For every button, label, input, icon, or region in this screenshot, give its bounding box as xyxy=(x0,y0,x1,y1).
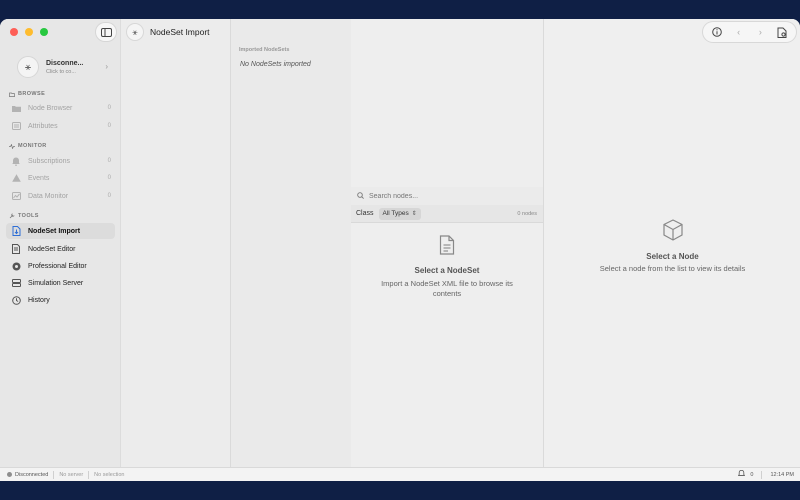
warning-icon xyxy=(11,173,21,183)
status-connection: Disconnected xyxy=(15,471,49,478)
window-title-area: ⚹ NodeSet Import xyxy=(126,23,210,41)
connection-status-dot xyxy=(7,472,12,477)
node-count: 0 nodes xyxy=(517,210,537,217)
nodes-panel: Class All Types ⇕ 0 nodes Select a NodeS… xyxy=(351,19,543,467)
chevron-right-icon: › xyxy=(105,62,108,71)
imported-nodesets-panel: Imported NodeSets No NodeSets imported xyxy=(230,19,351,467)
minimize-window-button[interactable] xyxy=(25,28,33,36)
clock-icon xyxy=(11,295,21,305)
chart-icon xyxy=(11,191,21,201)
sidebar-icon xyxy=(100,27,112,37)
wrench-icon xyxy=(9,213,15,219)
server-icon xyxy=(11,278,21,288)
search-icon xyxy=(357,191,364,201)
gear-icon xyxy=(11,261,21,271)
status-server: No server xyxy=(59,471,84,478)
connection-status-icon: ⚹ xyxy=(17,56,39,78)
folder-icon xyxy=(11,103,21,113)
sidebar-item-simulation-server[interactable]: Simulation Server xyxy=(6,275,115,291)
status-bar: Disconnected No server No selection 0 12… xyxy=(0,467,800,481)
app-window: ⚹ Disconne... Click to co... › BROWSE No… xyxy=(0,19,800,481)
close-window-button[interactable] xyxy=(10,28,18,36)
section-header-browse: BROWSE xyxy=(9,91,45,97)
nodes-empty-body: Import a NodeSet XML file to browse its … xyxy=(381,279,513,299)
sidebar-item-events[interactable]: Events 0 xyxy=(6,170,115,186)
sidebar-item-history[interactable]: History xyxy=(6,292,115,308)
forward-icon[interactable]: › xyxy=(752,27,768,37)
document-icon xyxy=(11,244,21,254)
sidebar: ⚹ Disconne... Click to co... › BROWSE No… xyxy=(0,19,121,467)
cube-icon xyxy=(662,219,683,246)
section-header-monitor: MONITOR xyxy=(9,143,47,149)
export-icon[interactable] xyxy=(774,27,790,38)
notification-count: 0 xyxy=(750,471,754,478)
node-search-bar xyxy=(351,187,543,205)
class-filter-select[interactable]: All Types ⇕ xyxy=(378,207,421,220)
sidebar-item-nodeset-import[interactable]: NodeSet Import xyxy=(6,223,115,239)
chevron-updown-icon: ⇕ xyxy=(411,211,417,217)
detail-empty-body: Select a node from the list to view its … xyxy=(599,264,746,273)
status-selection: No selection xyxy=(94,471,125,478)
app-icon: ⚹ xyxy=(126,23,144,41)
folder-outline-icon xyxy=(9,92,15,97)
node-detail-panel: Select a Node Select a node from the lis… xyxy=(543,19,800,467)
import-icon xyxy=(11,226,21,236)
document-icon xyxy=(439,235,455,260)
connection-title: Disconne... xyxy=(46,59,84,67)
status-time: 12:14 PM xyxy=(770,471,794,478)
window-controls xyxy=(10,28,48,36)
class-filter-label: Class xyxy=(356,210,374,217)
sidebar-item-data-monitor[interactable]: Data Monitor 0 xyxy=(6,188,115,204)
detail-empty-title: Select a Node xyxy=(646,252,699,261)
nodes-empty-title: Select a NodeSet xyxy=(414,266,480,275)
sidebar-item-node-browser[interactable]: Node Browser 0 xyxy=(6,100,115,116)
connection-subtitle: Click to co... xyxy=(46,68,76,75)
connection-selector[interactable]: ⚹ Disconne... Click to co... › xyxy=(8,53,112,81)
sidebar-item-nodeset-editor[interactable]: NodeSet Editor xyxy=(6,241,115,257)
node-search-input[interactable] xyxy=(369,192,519,200)
nodes-empty-state: Select a NodeSet Import a NodeSet XML fi… xyxy=(351,235,543,299)
class-filter-row: Class All Types ⇕ 0 nodes xyxy=(351,205,543,223)
notifications-bell-icon[interactable] xyxy=(738,469,746,479)
toolbar-navigation: ‹ › xyxy=(703,22,796,42)
info-icon[interactable] xyxy=(709,27,725,37)
window-title: NodeSet Import xyxy=(150,27,210,37)
section-header-tools: TOOLS xyxy=(9,213,39,219)
sidebar-item-attributes[interactable]: Attributes 0 xyxy=(6,118,115,134)
pulse-icon xyxy=(9,143,15,149)
sidebar-item-subscriptions[interactable]: Subscriptions 0 xyxy=(6,153,115,169)
bell-icon xyxy=(11,156,21,166)
imported-nodesets-empty: No NodeSets imported xyxy=(240,61,311,68)
zoom-window-button[interactable] xyxy=(40,28,48,36)
sidebar-toggle-button[interactable] xyxy=(96,23,116,41)
list-icon xyxy=(11,121,21,131)
imported-nodesets-header: Imported NodeSets xyxy=(239,47,290,53)
sidebar-item-professional-editor[interactable]: Professional Editor xyxy=(6,258,115,274)
back-icon[interactable]: ‹ xyxy=(731,27,747,37)
detail-empty-state: Select a Node Select a node from the lis… xyxy=(544,219,800,273)
